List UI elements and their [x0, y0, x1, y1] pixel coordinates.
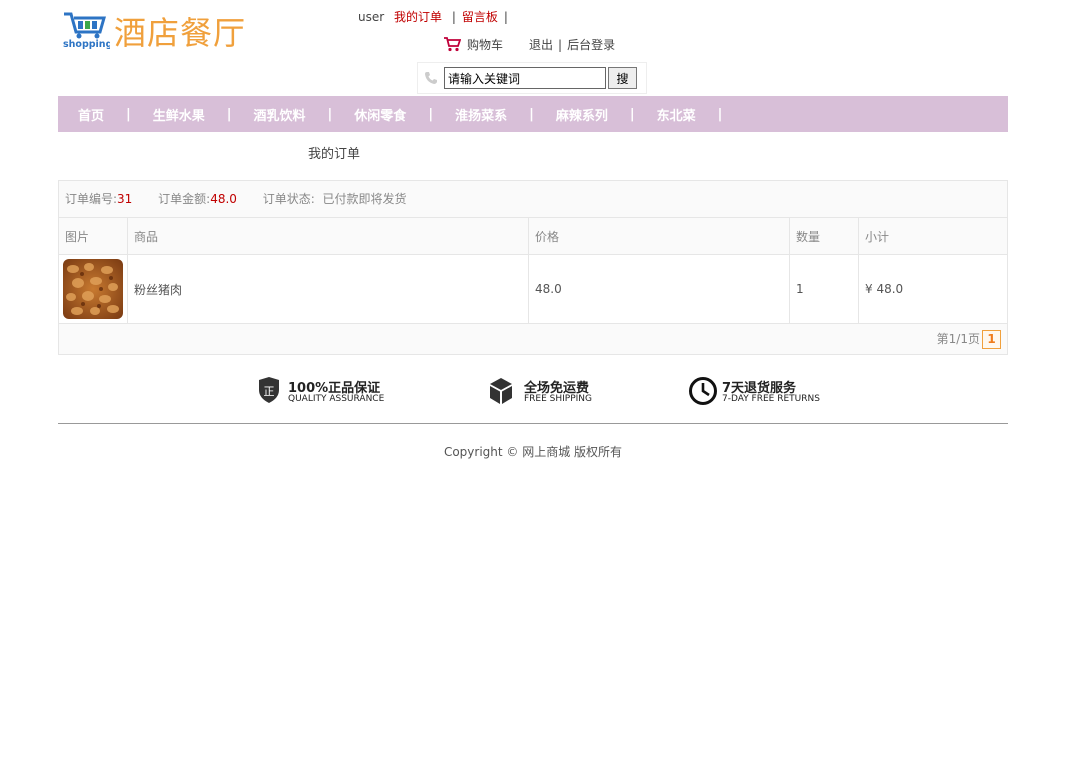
guarantee-subtitle: 7-DAY FREE RETURNS [722, 394, 820, 404]
shopping-cart-icon: shopping [63, 12, 110, 50]
guarantee-subtitle: QUALITY ASSURANCE [288, 394, 385, 404]
order-status-value: 已付款即将发货 [322, 192, 407, 206]
order-number: 订单编号:31 [65, 192, 132, 206]
order-status: 订单状态: 已付款即将发货 [263, 192, 407, 206]
order-amount-label: 订单金额: [158, 192, 211, 206]
nav-item-label[interactable]: 麻辣系列 [556, 105, 608, 124]
search-input[interactable] [444, 67, 606, 89]
column-header: 商品 [127, 218, 529, 255]
search-button[interactable]: 搜 [608, 67, 637, 89]
user-name: user [358, 10, 385, 24]
logo[interactable]: shopping 酒店餐厅 [62, 10, 252, 54]
nav-item[interactable]: 首页 | [78, 105, 153, 124]
nav-separator: | [629, 106, 635, 122]
order-amount-value: 48.0 [210, 192, 237, 206]
order-table: 图片 商品 价格 数量 小计 粉丝猪肉 48.0 1 ¥ 48.0 [59, 218, 1007, 324]
pager-text: 第1/1页 [936, 332, 980, 346]
cart-line: 购物车 退出 | 后台登录 [443, 36, 615, 53]
product-price: 48.0 [528, 254, 790, 324]
nav-item[interactable]: 麻辣系列 | [556, 105, 657, 124]
guarantee-subtitle: FREE SHIPPING [524, 394, 593, 404]
nav-item-label[interactable]: 休闲零食 [354, 105, 406, 124]
order-number-label: 订单编号: [65, 192, 118, 206]
nav-item[interactable]: 生鲜水果 | [153, 105, 254, 124]
order-panel: 订单编号:31 订单金额:48.0 订单状态: 已付款即将发货 图片 商品 价格… [58, 180, 1008, 355]
nav-list: 首页 | 生鲜水果 | 酒乳饮料 | 休闲零食 | 淮扬菜系 | 麻辣系列 | 东北菜 | [58, 96, 1008, 132]
order-amount: 订单金额:48.0 [158, 192, 237, 206]
product-subtotal: ¥ 48.0 [858, 254, 1007, 324]
separator: | [503, 10, 508, 24]
nav-item[interactable]: 淮扬菜系 | [455, 105, 556, 124]
column-header: 数量 [789, 218, 859, 255]
cart-link[interactable]: 购物车 [467, 38, 503, 52]
nav-item-label[interactable]: 东北菜 [657, 105, 696, 124]
svg-text:shopping: shopping [63, 39, 110, 50]
order-info: 订单编号:31 订单金额:48.0 订单状态: 已付款即将发货 [59, 181, 1007, 218]
column-header: 小计 [858, 218, 1007, 255]
nav-separator: | [428, 106, 434, 122]
nav-item[interactable]: 酒乳饮料 | [254, 105, 355, 124]
separator: | [451, 10, 456, 24]
table-header-row: 图片 商品 价格 数量 小计 [59, 218, 1007, 255]
logo-text: 酒店餐厅 [114, 14, 247, 52]
order-status-label: 订单状态: [262, 192, 315, 206]
svg-text:正: 正 [264, 385, 275, 398]
pager: 第1/1页 1 [59, 324, 1007, 354]
nav-item-label[interactable]: 酒乳饮料 [254, 105, 306, 124]
nav-item[interactable]: 东北菜 | [657, 105, 745, 124]
nav-separator: | [226, 106, 232, 122]
shield-icon: 正 [259, 377, 279, 403]
nav-item[interactable]: 休闲零食 | [354, 105, 455, 124]
column-header: 图片 [59, 218, 128, 255]
my-orders-link[interactable]: 我的订单 [394, 10, 442, 24]
table-row: 粉丝猪肉 48.0 1 ¥ 48.0 [59, 254, 1007, 324]
message-board-link[interactable]: 留言板 [462, 10, 498, 24]
cart-icon[interactable] [443, 36, 461, 52]
search-box: 搜 [417, 62, 647, 94]
product-quantity: 1 [789, 254, 859, 324]
box-icon [490, 378, 512, 404]
nav-separator: | [529, 106, 534, 122]
page-title: 我的订单 [308, 147, 361, 162]
product-image-cell [59, 254, 128, 324]
nav-separator: | [126, 106, 131, 122]
nav-separator: | [327, 106, 333, 122]
product-name[interactable]: 粉丝猪肉 [127, 254, 529, 324]
admin-login-link[interactable]: 后台登录 [567, 38, 615, 52]
nav-separator: | [717, 106, 723, 122]
nav-item-label[interactable]: 生鲜水果 [153, 105, 205, 124]
nav-item-label[interactable]: 首页 [78, 105, 104, 124]
main-nav: 首页 | 生鲜水果 | 酒乳饮料 | 休闲零食 | 淮扬菜系 | 麻辣系列 | 东北菜 | [58, 96, 1008, 132]
separator: | [558, 38, 563, 52]
product-image[interactable] [63, 259, 123, 319]
user-bar: user 我的订单 | 留言板 | [358, 8, 514, 25]
footer-divider [58, 423, 1008, 424]
order-number-value: 31 [117, 192, 133, 206]
copyright: Copyright © 网上商城 版权所有 [443, 445, 623, 459]
phone-icon [425, 72, 437, 84]
nav-item-label[interactable]: 淮扬菜系 [455, 105, 507, 124]
clock-icon [689, 377, 717, 405]
logout-link[interactable]: 退出 [529, 38, 553, 52]
column-header: 价格 [528, 218, 790, 255]
pager-current-page[interactable]: 1 [982, 330, 1001, 349]
